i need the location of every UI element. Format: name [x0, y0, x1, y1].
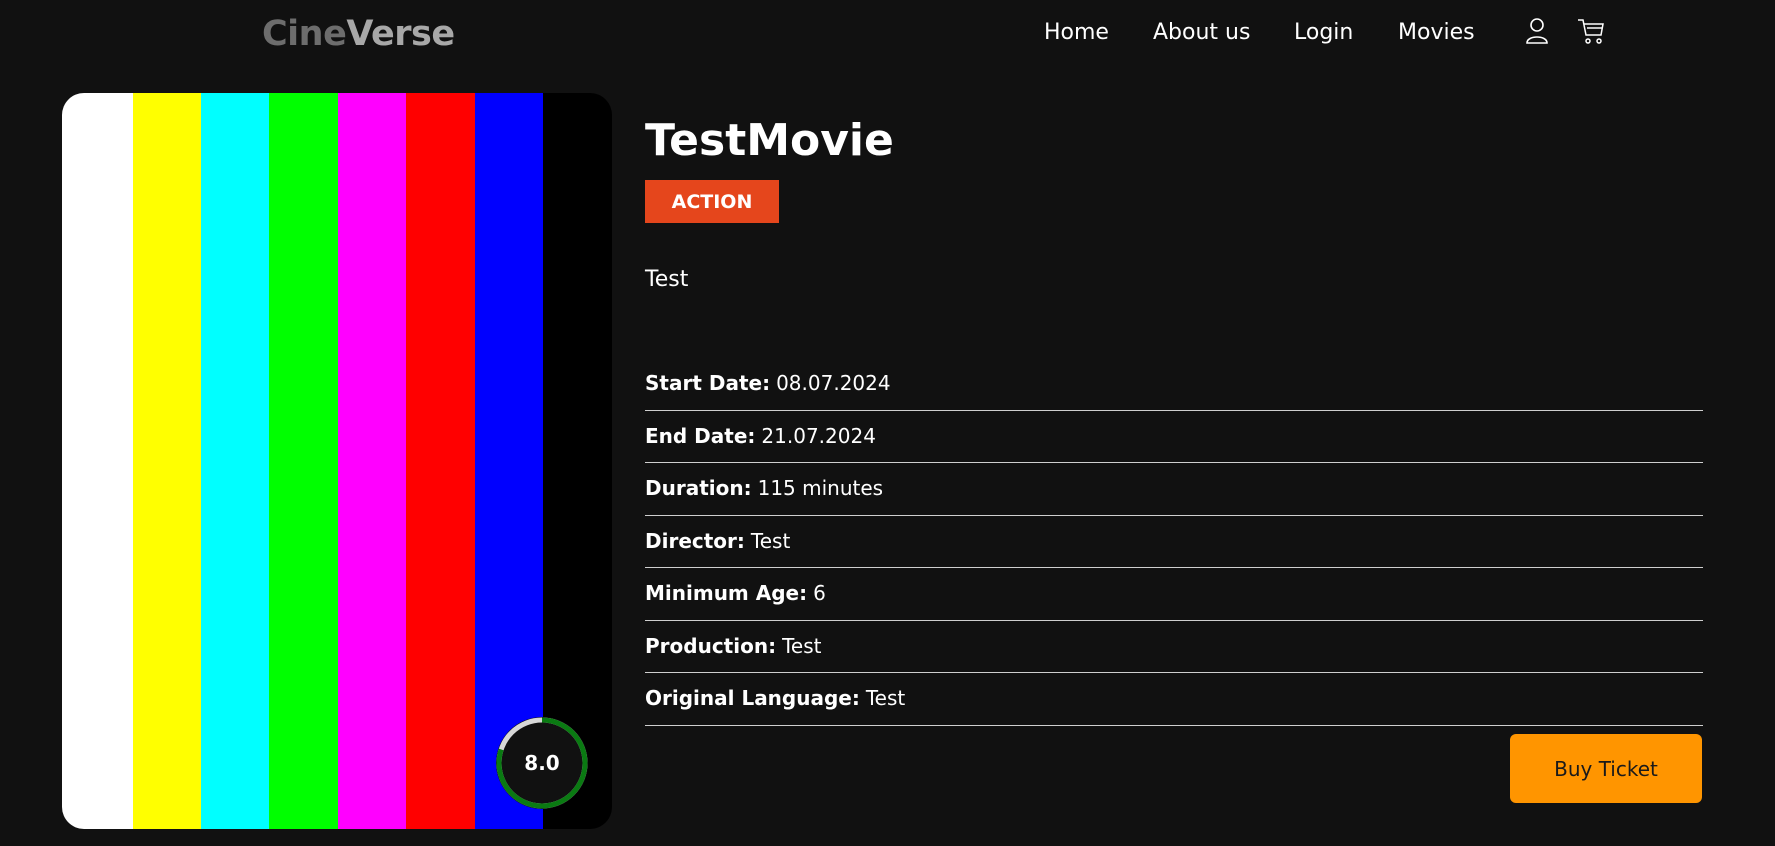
detail-row-duration: Duration: 115 minutes: [645, 463, 1703, 516]
nav-about-us[interactable]: About us: [1153, 20, 1250, 45]
detail-row-end-date: End Date: 21.07.2024: [645, 411, 1703, 463]
buy-ticket-button[interactable]: Buy Ticket: [1510, 734, 1702, 803]
detail-value: 6: [813, 581, 826, 605]
logo-part-cine: Cine: [262, 14, 347, 54]
detail-label: Minimum Age:: [645, 581, 808, 605]
detail-value: 08.07.2024: [776, 371, 891, 395]
color-bar: [338, 93, 406, 829]
detail-value: Test: [750, 528, 791, 553]
detail-label: Duration:: [645, 476, 752, 500]
genre-badge: ACTION: [645, 180, 779, 223]
detail-row-director: Director: Test: [645, 516, 1703, 568]
rating-value: 8.0: [524, 751, 560, 775]
logo-part-verse: Verse: [346, 14, 455, 54]
nav-home[interactable]: Home: [1044, 20, 1109, 45]
movie-description: Test: [645, 267, 689, 292]
color-bar: [269, 93, 338, 829]
color-bar: [201, 93, 269, 829]
detail-row-start-date: Start Date: 08.07.2024: [645, 358, 1703, 411]
detail-value: Test: [782, 633, 822, 658]
detail-row-production: Production: Test: [645, 621, 1703, 673]
nav-movies[interactable]: Movies: [1398, 20, 1475, 45]
site-header: CineVerse Home About us Login Movies: [0, 0, 1775, 70]
color-bar: [406, 93, 475, 829]
detail-value: 21.07.2024: [761, 423, 876, 448]
detail-row-minimum-age: Minimum Age: 6: [645, 568, 1703, 621]
detail-label: Production:: [645, 633, 777, 658]
movie-title: TestMovie: [645, 115, 894, 166]
rating-badge: 8.0: [494, 715, 590, 811]
color-bar: [133, 93, 201, 829]
nav-login[interactable]: Login: [1294, 20, 1353, 45]
detail-value: 115 minutes: [757, 476, 884, 500]
cart-icon[interactable]: [1576, 16, 1606, 46]
site-logo[interactable]: CineVerse: [262, 14, 455, 54]
user-icon[interactable]: [1522, 16, 1552, 46]
detail-row-original-language: Original Language: Test: [645, 673, 1703, 726]
detail-label: Original Language:: [645, 686, 860, 710]
detail-value: Test: [865, 686, 906, 710]
detail-label: Start Date:: [645, 371, 771, 395]
color-bar: [62, 93, 133, 829]
detail-label: Director:: [645, 528, 745, 553]
detail-label: End Date:: [645, 423, 756, 448]
movie-details: Start Date: 08.07.2024 End Date: 21.07.2…: [645, 358, 1703, 726]
